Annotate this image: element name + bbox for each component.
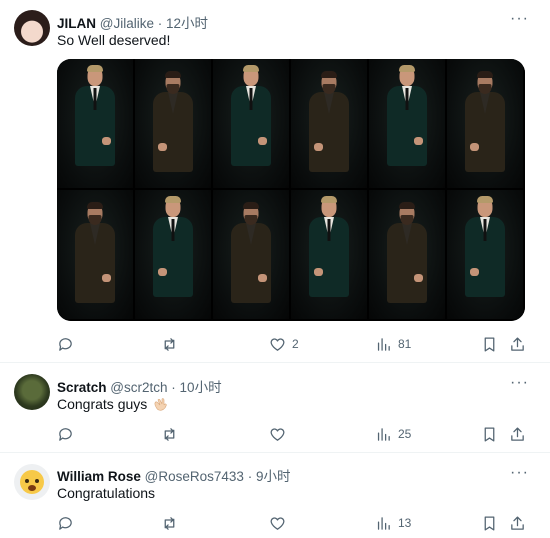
heart-icon bbox=[270, 427, 285, 441]
person-figure bbox=[72, 65, 118, 187]
views-icon bbox=[377, 516, 390, 530]
views-button[interactable]: 25 bbox=[375, 424, 411, 444]
views-button[interactable]: 81 bbox=[375, 334, 411, 354]
heart-icon bbox=[270, 516, 285, 530]
reply-button[interactable] bbox=[57, 334, 80, 354]
author-handle[interactable]: @RoseRos7433 bbox=[145, 469, 244, 484]
bookmark-icon bbox=[484, 515, 495, 531]
like-button[interactable] bbox=[269, 424, 292, 444]
photo-frame bbox=[447, 59, 525, 190]
tweet-jilan[interactable]: JILAN @Jilalike · 12小时 ··· So Well deser… bbox=[0, 0, 550, 362]
tweet-text: Congratulations bbox=[57, 485, 156, 501]
author-handle[interactable]: @scr2tch bbox=[110, 380, 167, 395]
retweet-icon bbox=[164, 516, 175, 530]
separator: · bbox=[157, 16, 163, 31]
person-figure bbox=[384, 65, 430, 187]
avatar[interactable] bbox=[14, 10, 50, 46]
reply-icon bbox=[59, 516, 72, 530]
heart-icon bbox=[270, 337, 285, 351]
person-figure bbox=[150, 196, 196, 318]
bookmark-button[interactable] bbox=[481, 424, 498, 444]
photo-frame bbox=[291, 190, 369, 321]
photo-frame bbox=[369, 190, 447, 321]
separator: · bbox=[171, 380, 176, 395]
like-button[interactable] bbox=[269, 513, 292, 533]
separator: · bbox=[247, 469, 253, 484]
retweet-button[interactable] bbox=[161, 513, 184, 533]
person-figure bbox=[462, 196, 508, 318]
reply-icon bbox=[59, 427, 72, 441]
views-button[interactable]: 13 bbox=[375, 513, 411, 533]
share-icon bbox=[511, 426, 524, 441]
retweet-button[interactable] bbox=[161, 334, 184, 354]
share-icon bbox=[511, 515, 524, 530]
shocked-face-icon bbox=[20, 470, 44, 494]
ellipsis-icon[interactable]: ··· bbox=[510, 465, 528, 484]
share-icon bbox=[511, 336, 524, 351]
retweet-icon bbox=[164, 337, 175, 351]
retweet-button[interactable] bbox=[161, 424, 184, 444]
photo-frame bbox=[57, 59, 135, 190]
view-count: 13 bbox=[398, 516, 412, 530]
ellipsis-icon[interactable]: ··· bbox=[510, 11, 528, 30]
action-bar: 25 bbox=[57, 424, 527, 446]
reply-button[interactable] bbox=[57, 513, 80, 533]
avatar[interactable] bbox=[14, 374, 50, 410]
divider bbox=[0, 452, 550, 453]
tweet-media-image[interactable] bbox=[57, 59, 525, 321]
photo-frame bbox=[135, 190, 213, 321]
avatar[interactable] bbox=[14, 464, 50, 500]
view-count: 25 bbox=[398, 427, 412, 441]
photo-frame bbox=[135, 59, 213, 190]
person-figure bbox=[72, 202, 118, 319]
photo-frame bbox=[213, 59, 291, 190]
share-button[interactable] bbox=[509, 334, 526, 354]
bookmark-button[interactable] bbox=[481, 513, 498, 533]
person-figure bbox=[228, 65, 274, 187]
person-figure bbox=[306, 196, 352, 318]
views-icon bbox=[377, 427, 390, 441]
person-figure bbox=[306, 71, 352, 188]
author-name[interactable]: JILAN bbox=[57, 16, 96, 31]
clapping-hands-icon bbox=[154, 398, 167, 411]
person-figure bbox=[384, 202, 430, 319]
timestamp[interactable]: 10小时 bbox=[180, 380, 222, 395]
share-button[interactable] bbox=[509, 424, 526, 444]
reply-icon bbox=[59, 337, 72, 351]
photo-frame bbox=[447, 190, 525, 321]
person-figure bbox=[150, 71, 196, 188]
tweet-text-container: Congrats guys bbox=[57, 396, 169, 412]
reply-button[interactable] bbox=[57, 424, 80, 444]
photo-frame bbox=[213, 190, 291, 321]
views-icon bbox=[377, 337, 390, 351]
action-bar: 13 bbox=[57, 513, 527, 535]
timestamp[interactable]: 12小时 bbox=[166, 16, 208, 31]
bookmark-button[interactable] bbox=[481, 334, 498, 354]
photo-frame bbox=[369, 59, 447, 190]
tweet-text: So Well deserved! bbox=[57, 32, 171, 48]
like-count: 2 bbox=[292, 337, 299, 351]
timestamp[interactable]: 9小时 bbox=[256, 469, 291, 484]
tweet-text: Congrats guys bbox=[57, 396, 148, 412]
view-count: 81 bbox=[398, 337, 412, 351]
ellipsis-icon[interactable]: ··· bbox=[510, 375, 528, 394]
bookmark-icon bbox=[484, 336, 495, 352]
author-handle[interactable]: @Jilalike bbox=[100, 16, 154, 31]
photo-frame bbox=[57, 190, 135, 321]
author-name[interactable]: Scratch bbox=[57, 380, 107, 395]
author-name[interactable]: William Rose bbox=[57, 469, 141, 484]
retweet-icon bbox=[164, 427, 175, 441]
like-button[interactable]: 2 bbox=[269, 334, 299, 354]
action-bar: 2 81 bbox=[57, 334, 527, 356]
person-figure bbox=[462, 71, 508, 188]
bookmark-icon bbox=[484, 426, 495, 442]
photo-frame bbox=[291, 59, 369, 190]
person-figure bbox=[228, 202, 274, 319]
share-button[interactable] bbox=[509, 513, 526, 533]
